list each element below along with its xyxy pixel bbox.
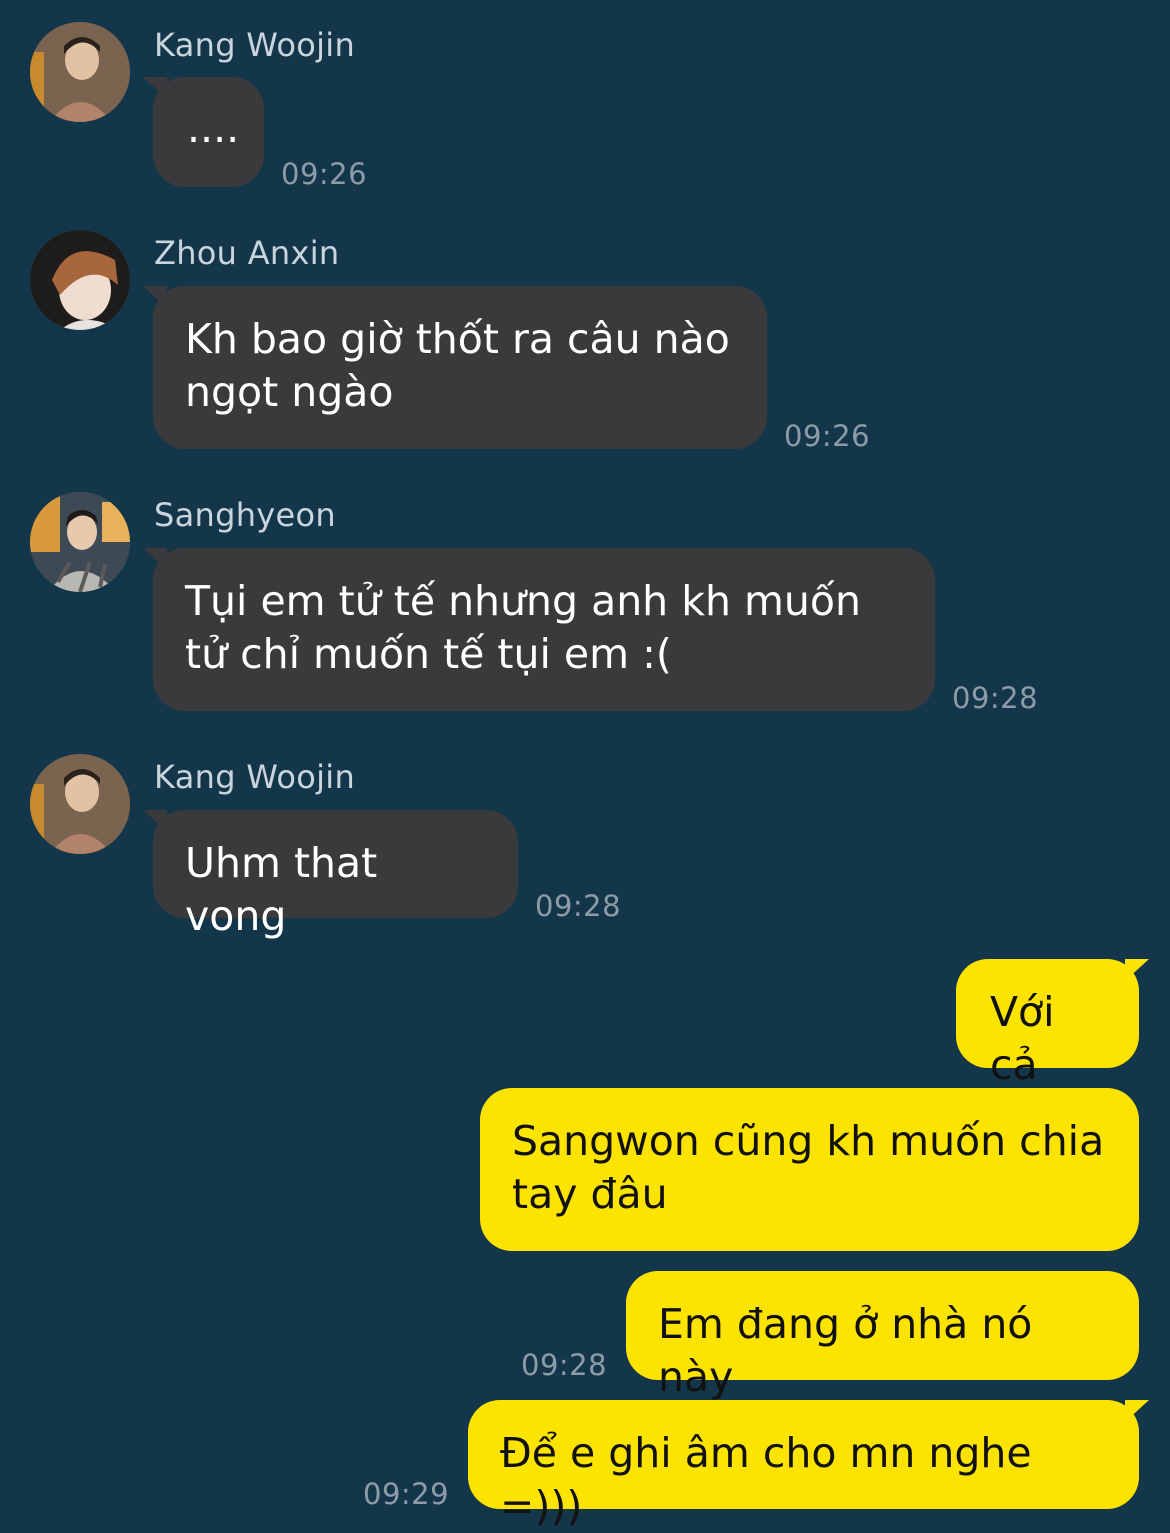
message-text: Uhm that vong	[185, 839, 378, 940]
sanghyeon-avatar[interactable]	[30, 492, 130, 592]
outgoing-message-bubble[interactable]: Em đang ở nhà nó này	[626, 1271, 1139, 1401]
message-text: ....	[187, 104, 240, 152]
message-text: Để e ghi âm cho mn nghe =)))	[500, 1429, 1032, 1530]
message-timestamp: 09:29	[363, 1477, 450, 1511]
message-text: Em đang ở nhà nó này	[658, 1300, 1033, 1401]
bubble-tail	[1125, 959, 1149, 981]
chat-thread[interactable]: Kang Woojin .... 09:26 Zhou Anxin Kh bao…	[0, 0, 1170, 1531]
sender-name: Kang Woojin	[154, 26, 356, 64]
message-bubble[interactable]: Uhm that vong	[143, 810, 518, 940]
bubble-tail	[143, 286, 167, 308]
bubble-tail	[1125, 1400, 1149, 1422]
message-text: Kh bao giờ thốt ra câu nào ngọt ngào	[185, 315, 730, 416]
message-text: Với cả	[990, 988, 1055, 1089]
message-bubble[interactable]: ....	[143, 77, 264, 187]
bubble-tail	[143, 77, 167, 99]
message-bubble[interactable]: Tụi em tử tế nhưng anh kh muốn tử chỉ mu…	[143, 548, 935, 711]
message-bubble[interactable]: Kh bao giờ thốt ra câu nào ngọt ngào	[143, 286, 767, 449]
sender-name: Sanghyeon	[154, 496, 336, 534]
message-timestamp: 09:26	[784, 419, 871, 453]
message-timestamp: 09:28	[521, 1348, 608, 1382]
outgoing-message-bubble[interactable]: Với cả	[956, 959, 1149, 1089]
kang-woojin-avatar[interactable]	[30, 22, 130, 122]
sender-name: Kang Woojin	[154, 758, 356, 796]
outgoing-message-bubble[interactable]: Sangwon cũng kh muốn chia tay đâu	[480, 1088, 1139, 1251]
message-timestamp: 09:28	[952, 681, 1039, 715]
message-text: Tụi em tử tế nhưng anh kh muốn tử chỉ mu…	[185, 577, 861, 678]
bubble-tail	[143, 810, 167, 832]
sender-name: Zhou Anxin	[154, 234, 340, 272]
bubble-tail	[143, 548, 167, 570]
outgoing-message-bubble[interactable]: Để e ghi âm cho mn nghe =)))	[468, 1400, 1149, 1530]
zhou-anxin-avatar[interactable]	[30, 230, 130, 330]
kang-woojin-avatar[interactable]	[30, 754, 130, 854]
message-timestamp: 09:28	[535, 889, 622, 923]
message-timestamp: 09:26	[281, 157, 368, 191]
message-text: Sangwon cũng kh muốn chia tay đâu	[512, 1117, 1105, 1218]
